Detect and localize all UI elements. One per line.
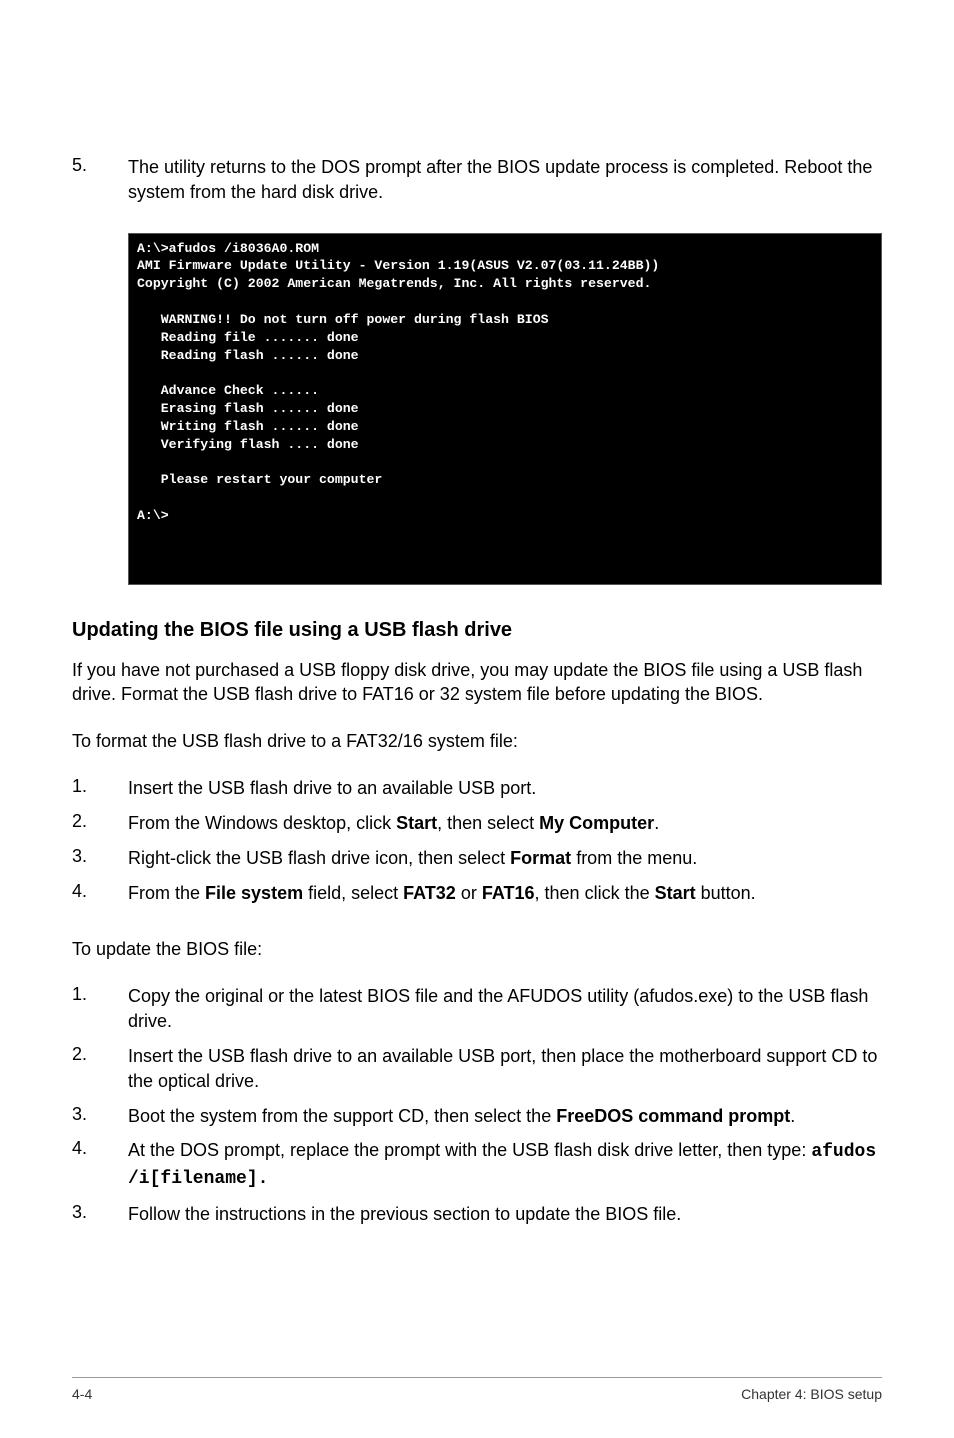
list-item: 4.At the DOS prompt, replace the prompt … [72,1138,882,1192]
step-number: 2. [72,1044,128,1094]
list-item: 3.Boot the system from the support CD, t… [72,1104,882,1129]
list-item: 1.Insert the USB flash drive to an avail… [72,776,882,801]
list-item: 2.Insert the USB flash drive to an avail… [72,1044,882,1094]
step-5: 5. The utility returns to the DOS prompt… [72,155,882,205]
list-item: 4.From the File system field, select FAT… [72,881,882,906]
section-heading: Updating the BIOS file using a USB flash… [72,619,882,642]
page-footer: 4-4 Chapter 4: BIOS setup [72,1377,882,1402]
update-steps-list: 1.Copy the original or the latest BIOS f… [72,984,882,1237]
step-text: Insert the USB flash drive to an availab… [128,776,882,801]
step-number: 3. [72,846,128,871]
step-text: Right-click the USB flash drive icon, th… [128,846,882,871]
step-text: At the DOS prompt, replace the prompt wi… [128,1138,882,1192]
format-steps-list: 1.Insert the USB flash drive to an avail… [72,776,882,915]
step-text: The utility returns to the DOS prompt af… [128,155,882,205]
step-number: 5. [72,155,128,205]
step-number: 1. [72,776,128,801]
list-item: 2.From the Windows desktop, click Start,… [72,811,882,836]
step-text: From the Windows desktop, click Start, t… [128,811,882,836]
step-text: Insert the USB flash drive to an availab… [128,1044,882,1094]
step-text: Copy the original or the latest BIOS fil… [128,984,882,1034]
footer-left: 4-4 [72,1386,92,1402]
footer-right: Chapter 4: BIOS setup [741,1386,882,1402]
step-number: 3. [72,1104,128,1129]
list-item: 3.Follow the instructions in the previou… [72,1202,882,1227]
step-number: 4. [72,1138,128,1192]
step-text: From the File system field, select FAT32… [128,881,882,906]
list-item: 3.Right-click the USB flash drive icon, … [72,846,882,871]
update-lead: To update the BIOS file: [72,937,882,962]
format-lead: To format the USB flash drive to a FAT32… [72,729,882,754]
step-number: 4. [72,881,128,906]
list-item: 1.Copy the original or the latest BIOS f… [72,984,882,1034]
step-text: Boot the system from the support CD, the… [128,1104,882,1129]
step-number: 3. [72,1202,128,1227]
step-text: Follow the instructions in the previous … [128,1202,882,1227]
intro-paragraph: If you have not purchased a USB floppy d… [72,658,882,708]
step-number: 2. [72,811,128,836]
step-number: 1. [72,984,128,1034]
terminal-output: A:\>afudos /i8036A0.ROM AMI Firmware Upd… [128,233,882,585]
